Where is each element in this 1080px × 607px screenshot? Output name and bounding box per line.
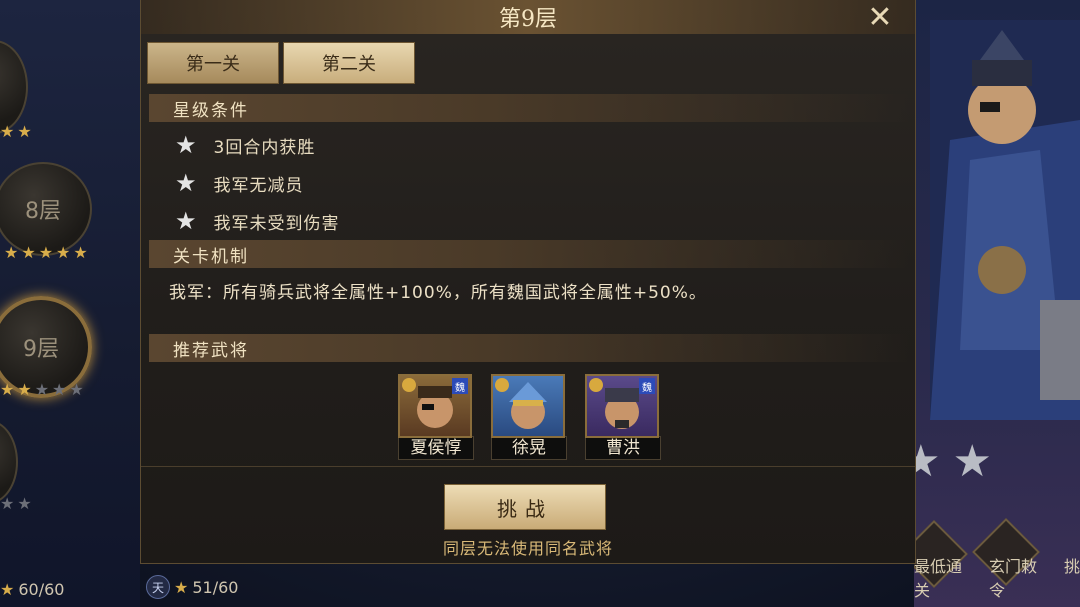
hint-text: 同层无法使用同名武将	[442, 539, 613, 558]
challenge-button[interactable]: 挑战	[444, 484, 606, 530]
star-icon: ★	[175, 131, 198, 159]
hero-card-2[interactable]: 徐晃	[491, 374, 567, 460]
star-icon: ★	[175, 207, 198, 235]
condition-text: 3回合内获胜	[213, 137, 316, 158]
menu-lowest-clear[interactable]: 最低通关	[914, 553, 971, 601]
floor-node-8[interactable]: 8层	[0, 162, 92, 256]
faction-badge: 魏	[639, 378, 655, 394]
condition-text: 我军无减员	[213, 175, 304, 196]
faction-badge: 魏	[452, 378, 468, 394]
panel-header: 第9层	[141, 0, 915, 34]
menu-xuanmen-order[interactable]: 玄门敕令	[989, 553, 1046, 601]
floor-node-lower[interactable]	[0, 420, 18, 504]
floor-stars-lower: ★ ★	[0, 494, 32, 513]
hero-card-1[interactable]: 魏 夏侯惇	[398, 374, 474, 460]
general-portrait	[930, 20, 1080, 420]
section-star-conditions: 星级条件	[149, 94, 909, 122]
hero-portrait	[491, 374, 565, 438]
hero-card-3[interactable]: 魏 曹洪	[585, 374, 661, 460]
hero-name: 徐晃	[491, 436, 567, 460]
tower-floor-list: ★ ★ 8层 ★ ★ ★ ★ ★ 9层 ★ ★ ★ ★ ★ ★ ★ ★ 60/60	[0, 0, 140, 607]
hero-portrait: 魏	[585, 374, 659, 438]
bottom-menu: 最低通关 玄门敕令 挑	[914, 553, 1080, 601]
close-icon[interactable]: ✕	[865, 3, 895, 33]
cavalry-icon	[589, 378, 603, 392]
floor-label-8: 8层	[25, 199, 61, 224]
boss-stars: ★ ★	[914, 436, 992, 487]
boss-showcase: ★ ★ 最低通关 玄门敕令 挑	[914, 0, 1080, 607]
tab-stage-2[interactable]: 第二关	[283, 42, 415, 84]
divider	[141, 466, 915, 467]
menu-challenge-partial[interactable]: 挑	[1064, 553, 1080, 601]
hero-name: 曹洪	[585, 436, 661, 460]
panel-title: 第9层	[499, 7, 557, 32]
section-recommended: 推荐武将	[149, 334, 909, 362]
floor-stars-9: ★ ★ ★ ★ ★	[0, 380, 84, 399]
hero-portrait: 魏	[398, 374, 472, 438]
cavalry-icon	[402, 378, 416, 392]
star-icon: ★	[0, 580, 15, 599]
total-stars-left: ★ 60/60	[0, 580, 64, 599]
section-title: 星级条件	[173, 100, 249, 121]
star-icon: ★	[914, 436, 941, 487]
total-stars-value: 60/60	[18, 580, 65, 599]
section-title: 推荐武将	[173, 340, 249, 361]
floor-stars-8: ★ ★ ★ ★ ★	[4, 243, 88, 262]
mechanic-text: 我军：所有骑兵武将全属性+100%，所有魏国武将全属性+50%。	[169, 283, 707, 303]
cavalry-icon	[495, 378, 509, 392]
condition-text: 我军未受到伤害	[213, 213, 340, 234]
stage-detail-panel: 第9层 ✕ 第一关 第二关 星级条件 ★ 3回合内获胜 ★ 我军无减员 ★ 我军…	[140, 0, 916, 564]
star-icon: ★	[175, 169, 198, 197]
section-title: 关卡机制	[173, 246, 249, 267]
section-mechanics: 关卡机制	[149, 240, 909, 268]
hero-name: 夏侯惇	[398, 436, 474, 460]
star-condition-2: ★ 我军无减员	[175, 169, 304, 197]
heaven-badge: 天	[146, 575, 170, 599]
star-condition-3: ★ 我军未受到伤害	[175, 207, 340, 235]
floor-label-9: 9层	[23, 337, 59, 362]
heaven-stars-value: 51/60	[192, 577, 239, 597]
star-icon: ★	[174, 577, 189, 597]
heaven-stars: 天 ★ 51/60	[146, 575, 238, 599]
star-icon: ★	[952, 436, 992, 487]
floor-stars-10: ★ ★	[0, 122, 32, 141]
floor-node-10[interactable]	[0, 40, 28, 134]
star-condition-1: ★ 3回合内获胜	[175, 131, 315, 159]
tab-stage-1[interactable]: 第一关	[147, 42, 279, 84]
